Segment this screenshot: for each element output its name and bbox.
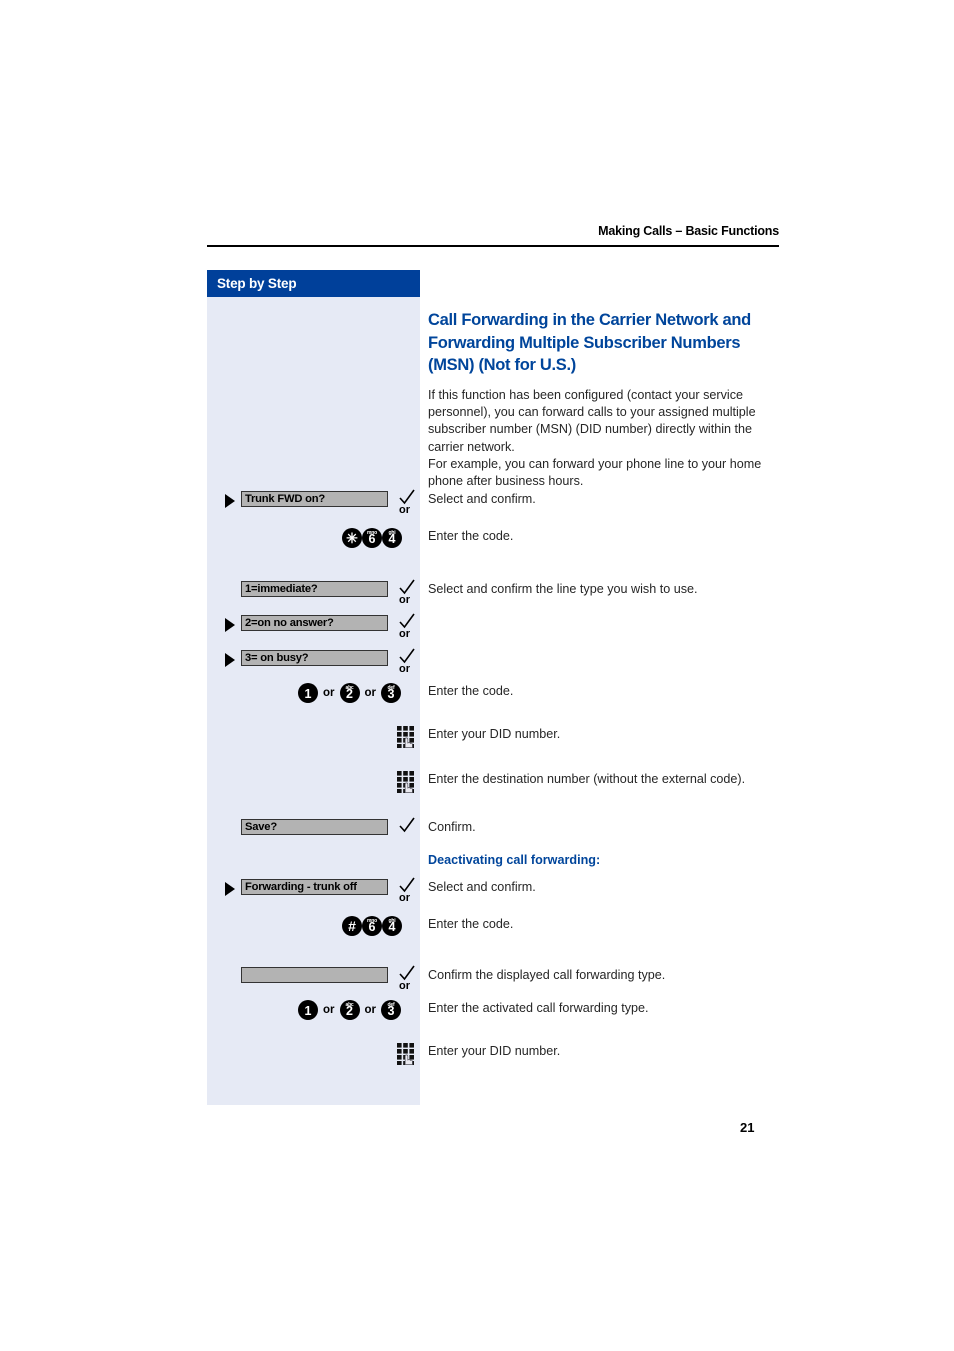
step-left-did-number-2 bbox=[207, 1043, 420, 1065]
dialpad-icon[interactable] bbox=[397, 726, 416, 748]
subsection-heading: Deactivating call forwarding: bbox=[428, 853, 601, 867]
display-box-no-answer[interactable]: 2=on no answer? bbox=[241, 615, 388, 631]
step-left-code-star-6-4: ✳ mno 6 ghi 4 bbox=[207, 528, 420, 550]
step-text-code-hash-6-4: Enter the code. bbox=[428, 917, 514, 931]
step-text-confirm-displayed: Confirm the displayed call forwarding ty… bbox=[428, 968, 666, 982]
keypad-keys-hash-6-4: # mno 6 ghi 4 bbox=[342, 916, 402, 936]
or-label: or bbox=[399, 628, 410, 640]
step-left-destination-number bbox=[207, 771, 420, 793]
step-left-code-1-2-3: 1 or abc 2 or def 3 bbox=[207, 683, 420, 705]
step-left-immediate: 1=immediate? or bbox=[207, 579, 420, 606]
step-text-did-number-2: Enter your DID number. bbox=[428, 1044, 561, 1058]
display-box-immediate[interactable]: 1=immediate? bbox=[241, 581, 388, 597]
display-label: 1=immediate? bbox=[245, 583, 318, 595]
key-separator: or bbox=[364, 687, 377, 699]
key-4[interactable]: ghi 4 bbox=[382, 528, 402, 548]
key-1[interactable]: 1 bbox=[298, 1000, 318, 1020]
dialpad-icon[interactable] bbox=[397, 1043, 416, 1065]
display-label: Trunk FWD on? bbox=[245, 493, 326, 505]
key-hash[interactable]: # bbox=[342, 916, 362, 936]
display-box-on-busy[interactable]: 3= on busy? bbox=[241, 650, 388, 666]
key-letters: abc bbox=[345, 1001, 354, 1008]
key-1[interactable]: 1 bbox=[298, 683, 318, 703]
step-text-save: Confirm. bbox=[428, 820, 476, 834]
step-text-immediate: Select and confirm the line type you wis… bbox=[428, 582, 698, 596]
key-letters: ghi bbox=[388, 917, 396, 924]
step-left-on-busy: 3= on busy? or bbox=[207, 648, 420, 675]
main-column: Call Forwarding in the Carrier Network a… bbox=[428, 270, 779, 491]
key-4[interactable]: ghi 4 bbox=[382, 916, 402, 936]
step-text-destination-number: Enter the destination number (without th… bbox=[428, 772, 746, 786]
triangle-bullet-icon bbox=[225, 618, 235, 632]
key-separator: or bbox=[323, 687, 335, 699]
key-letters: def bbox=[387, 1001, 395, 1008]
key-2[interactable]: abc 2 bbox=[339, 1000, 360, 1020]
dialpad-icon[interactable] bbox=[397, 771, 416, 793]
step-left-no-answer: 2=on no answer? or bbox=[207, 613, 420, 640]
running-head-title: Making Calls – Basic Functions bbox=[598, 224, 779, 238]
confirm-check-icon[interactable] bbox=[397, 816, 417, 836]
or-label: or bbox=[399, 980, 410, 992]
display-label: 3= on busy? bbox=[245, 652, 309, 664]
or-label: or bbox=[399, 663, 410, 675]
step-text-activated-type: Enter the activated call forwarding type… bbox=[428, 1001, 649, 1015]
key-star[interactable]: ✳ bbox=[342, 528, 362, 548]
step-text-code-star-6-4: Enter the code. bbox=[428, 529, 514, 543]
step-left-activated-type: 1 or abc 2 or def 3 bbox=[207, 1000, 420, 1022]
key-2[interactable]: abc 2 bbox=[339, 683, 360, 703]
keypad-keys-1-2-3: 1 or abc 2 or def 3 bbox=[298, 683, 401, 703]
key-letters: ghi bbox=[388, 529, 396, 536]
keypad-keys-star-6-4: ✳ mno 6 ghi 4 bbox=[342, 528, 402, 548]
or-label: or bbox=[399, 594, 410, 606]
header-rule bbox=[207, 245, 779, 247]
key-glyph: ✳ bbox=[346, 530, 358, 546]
step-left-trunk-fwd-on: Trunk FWD on? or bbox=[207, 489, 420, 516]
keypad-keys-1-2-3-second: 1 or abc 2 or def 3 bbox=[298, 1000, 401, 1020]
display-box-empty[interactable] bbox=[241, 967, 388, 983]
step-text-forwarding-trunk-off: Select and confirm. bbox=[428, 880, 536, 894]
or-label: or bbox=[399, 504, 410, 516]
key-letters: abc bbox=[345, 684, 354, 691]
key-letters: def bbox=[387, 684, 395, 691]
triangle-bullet-icon bbox=[225, 494, 235, 508]
sidebar-header-label: Step by Step bbox=[217, 276, 297, 291]
or-label: or bbox=[399, 892, 410, 904]
key-separator: or bbox=[323, 1004, 335, 1016]
key-6[interactable]: mno 6 bbox=[362, 916, 382, 936]
step-text-trunk-fwd-on: Select and confirm. bbox=[428, 492, 536, 506]
key-glyph: # bbox=[348, 918, 356, 934]
step-left-confirm-displayed: or bbox=[207, 965, 420, 992]
step-left-save: Save? bbox=[207, 816, 420, 841]
display-label: Forwarding - trunk off bbox=[245, 881, 357, 893]
step-left-did-number bbox=[207, 726, 420, 748]
sidebar-header: Step by Step bbox=[207, 270, 420, 297]
display-box-save[interactable]: Save? bbox=[241, 819, 388, 835]
triangle-bullet-icon bbox=[225, 653, 235, 667]
triangle-bullet-icon bbox=[225, 882, 235, 896]
display-label: 2=on no answer? bbox=[245, 617, 334, 629]
key-3[interactable]: def 3 bbox=[381, 1000, 401, 1020]
key-digit: 1 bbox=[304, 686, 312, 701]
key-3[interactable]: def 3 bbox=[381, 683, 401, 703]
key-digit: 1 bbox=[304, 1003, 312, 1018]
step-left-forwarding-trunk-off: Forwarding - trunk off or bbox=[207, 877, 420, 904]
key-separator: or bbox=[364, 1004, 377, 1016]
page-header: Making Calls – Basic Functions bbox=[207, 224, 779, 238]
key-6[interactable]: mno 6 bbox=[362, 528, 382, 548]
intro-paragraph: If this function has been configured (co… bbox=[428, 387, 762, 489]
step-text-did-number: Enter your DID number. bbox=[428, 727, 561, 741]
key-letters: mno bbox=[367, 529, 377, 536]
page-number: 21 bbox=[740, 1120, 755, 1135]
step-left-code-hash-6-4: # mno 6 ghi 4 bbox=[207, 916, 420, 938]
page-title: Call Forwarding in the Carrier Network a… bbox=[428, 311, 751, 375]
key-letters: mno bbox=[367, 917, 377, 924]
display-box-trunk-fwd-on[interactable]: Trunk FWD on? bbox=[241, 491, 388, 507]
display-box-forwarding-trunk-off[interactable]: Forwarding - trunk off bbox=[241, 879, 388, 895]
step-text-code-1-2-3: Enter the code. bbox=[428, 684, 514, 698]
display-label: Save? bbox=[245, 821, 277, 833]
